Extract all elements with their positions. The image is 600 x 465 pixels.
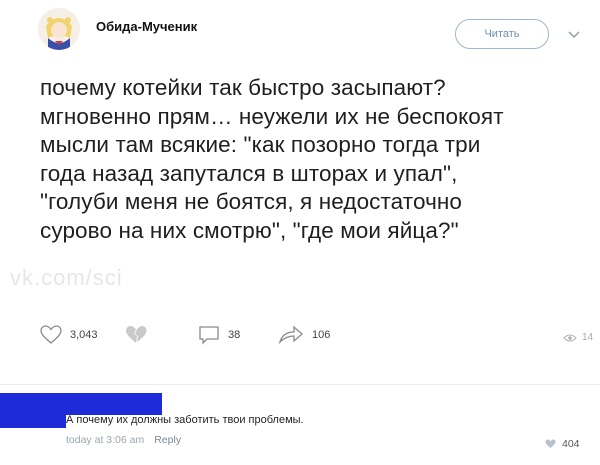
broken-heart-icon [126,326,147,343]
share-action[interactable]: 106 [278,325,330,345]
share-count: 106 [312,329,331,341]
comment-time: today at 3:06 am [66,434,145,446]
follow-button[interactable]: Читать [455,19,549,49]
chevron-down-icon[interactable] [566,26,582,42]
share-arrow-icon [278,325,303,345]
like-count: 3,043 [70,329,98,341]
tweet-text-line: мысли там всякие: "как позорно тогда три [40,132,481,158]
author-avatar[interactable] [38,8,80,50]
views-count: 14 [582,332,594,343]
broken-heart-action[interactable] [124,325,148,345]
comment-icon [199,326,219,345]
tweet-text-line: сурово на них смотрю", "где мои яйца?" [40,217,459,243]
comment-meta: today at 3:06 am Reply [66,434,181,446]
like-action[interactable]: 3,043 [40,325,98,345]
heart-icon [545,439,556,448]
comment-text: А почему их должны заботить твои проблем… [66,414,304,426]
tweet-card: Обида-Мученик Читать почему котейки так … [0,0,600,384]
tweet-text-line: почему котейки так быстро засыпают? [40,75,446,100]
redaction-mark [0,410,66,428]
heart-icon [40,325,62,344]
reply-action[interactable]: 38 [198,325,240,345]
reply-count: 38 [228,329,241,341]
tweet-text-line: мгновенно прям… неужели их не беспокоят [40,103,504,129]
reply-link[interactable]: Reply [154,434,181,446]
tweet-actions: 3,043 38 106 [0,325,600,355]
eye-icon [563,334,577,341]
tweet-text: почему котейки так быстро засыпают? мгно… [40,74,580,246]
tweet-text-line: "голуби меня не боятся, я недостаточно [40,189,463,215]
comment-likes[interactable]: 404 [545,438,580,450]
watermark: vk.com/sci [10,265,123,290]
comment-like-count: 404 [562,438,580,450]
views-counter: 14 [563,332,593,343]
tweet-text-line: года назад запутался в шторах и упал", [40,160,458,186]
author-name[interactable]: Обида-Мученик [96,19,197,34]
